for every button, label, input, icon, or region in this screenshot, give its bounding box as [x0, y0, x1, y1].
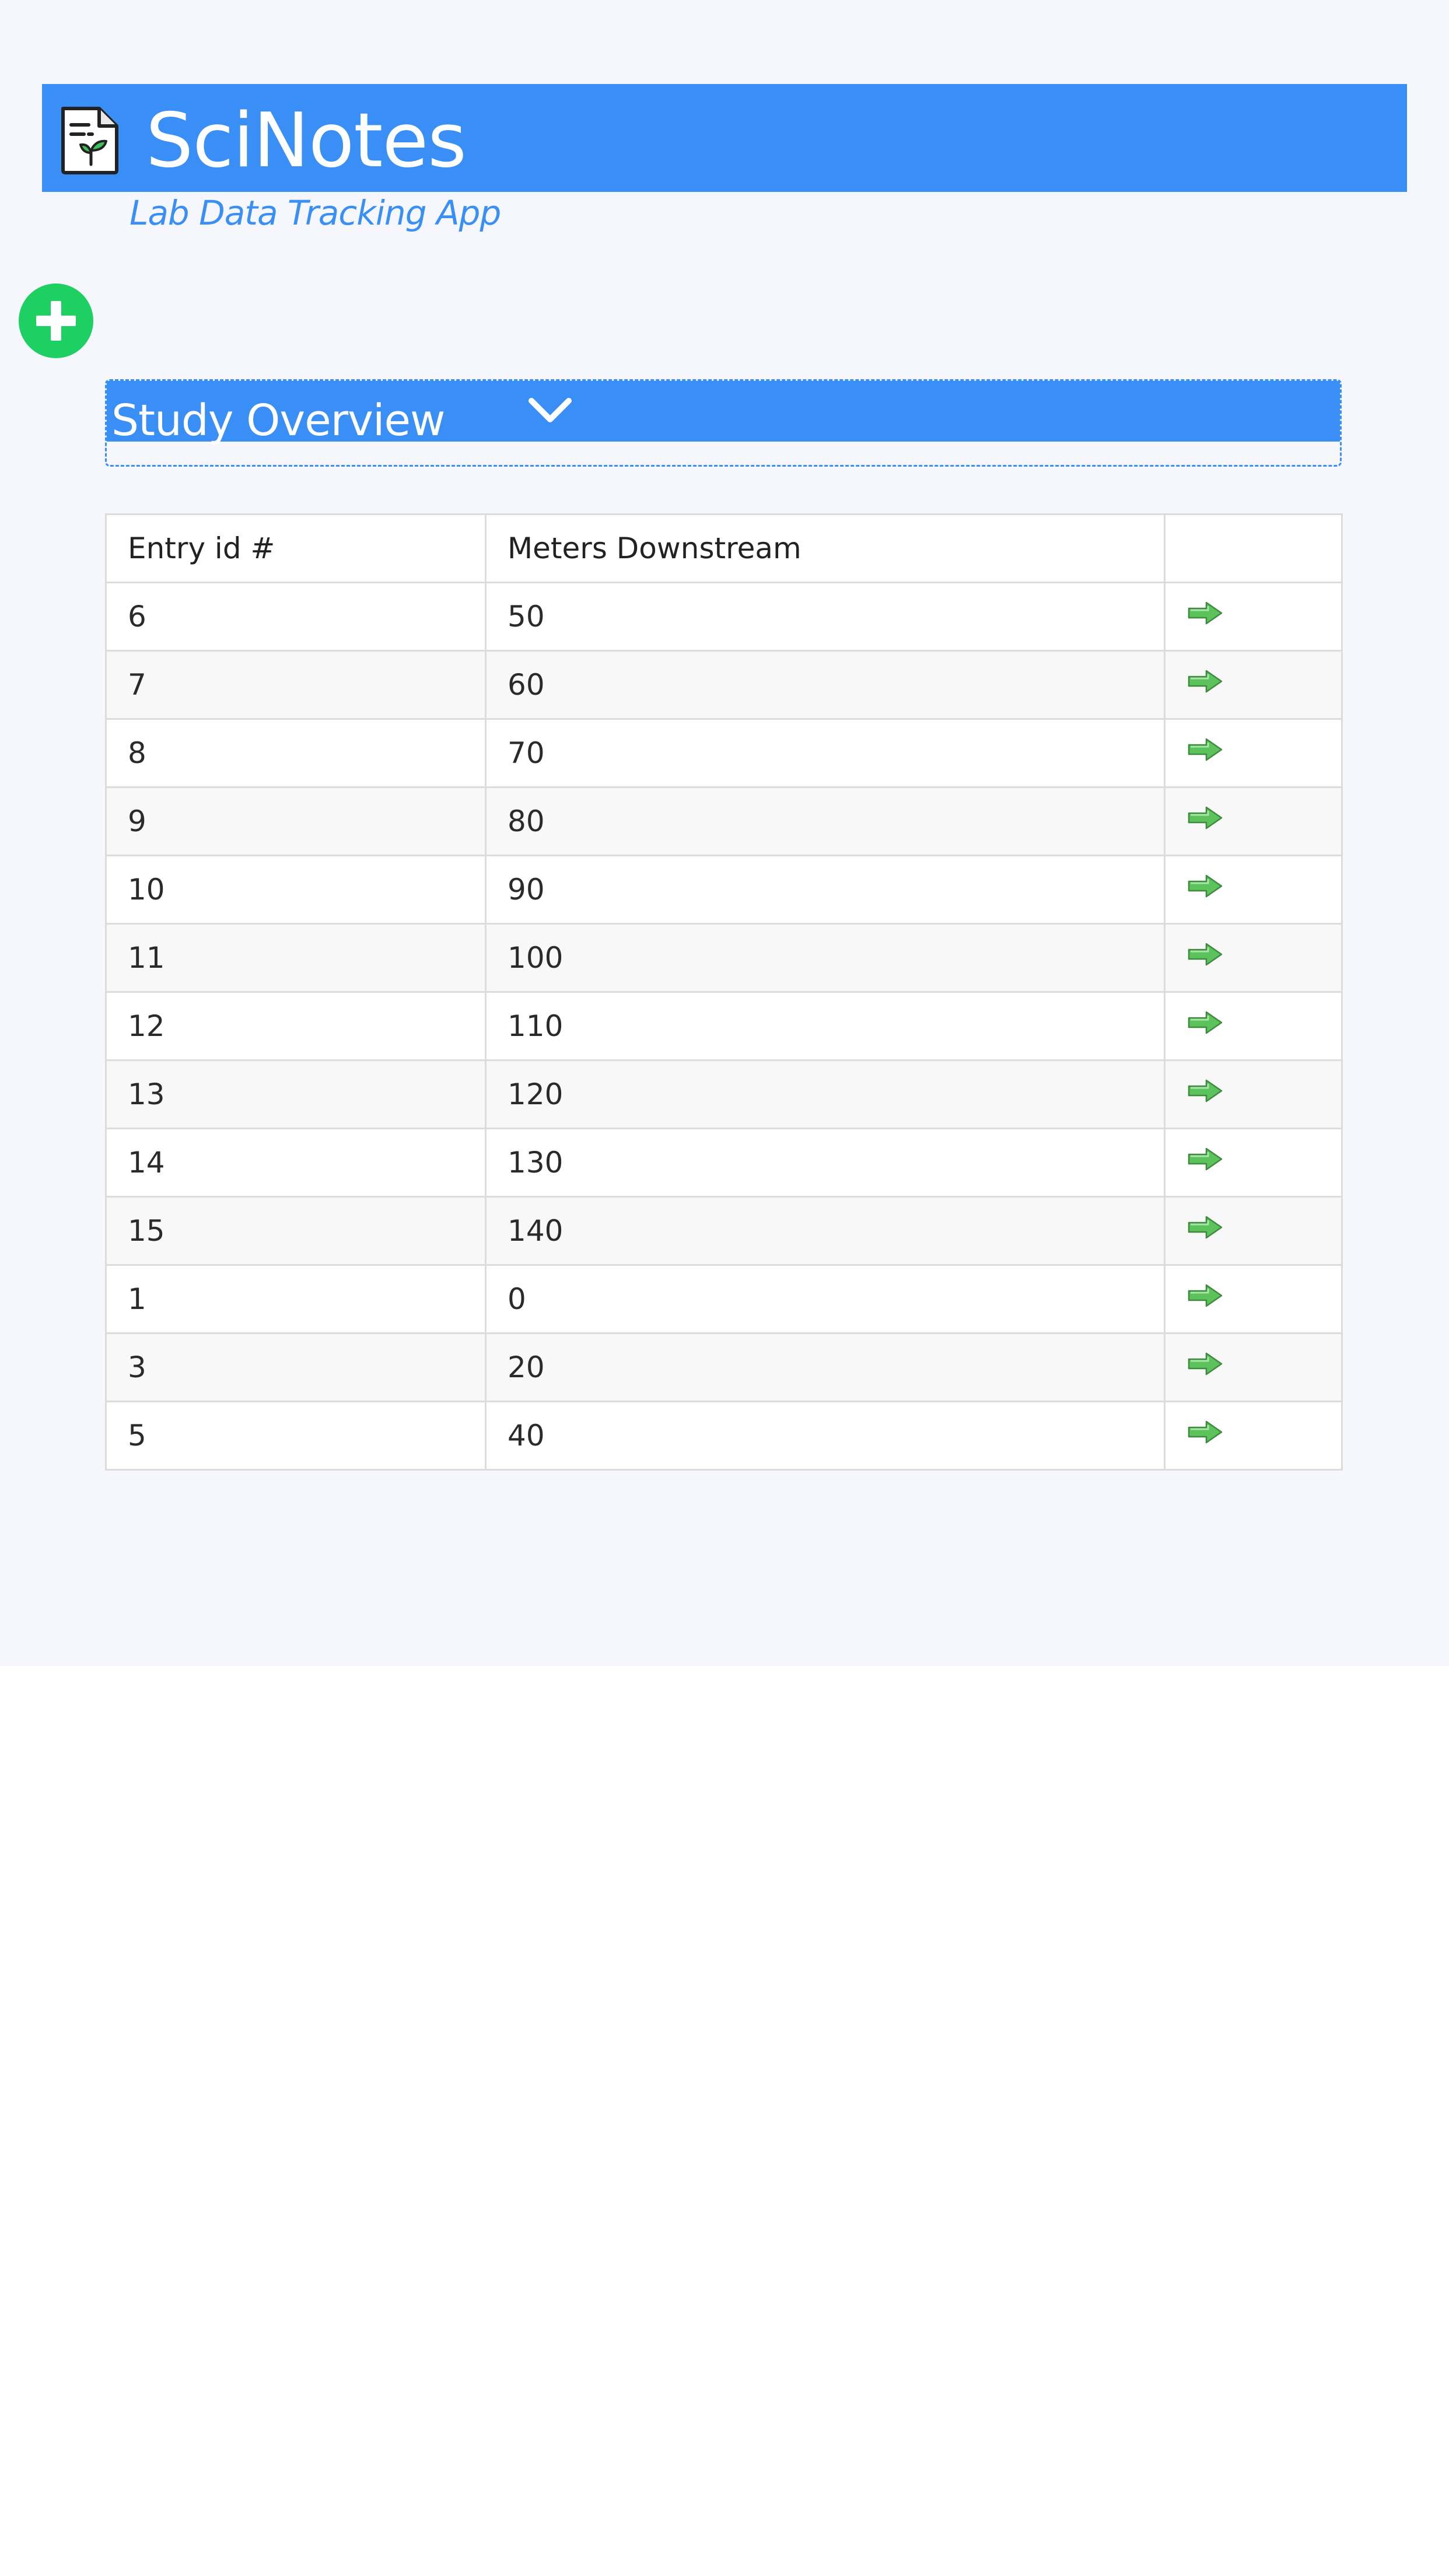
open-entry-button[interactable] [1164, 650, 1343, 720]
table-row: 8 70 [104, 718, 1343, 788]
cell-meters-downstream: 140 [485, 1196, 1166, 1266]
notebook-sprout-icon [58, 104, 123, 176]
app-header: SciNotes [42, 84, 1407, 192]
open-entry-button[interactable] [1164, 1332, 1343, 1402]
arrow-right-icon [1188, 601, 1223, 625]
open-entry-button[interactable] [1164, 923, 1343, 993]
cell-meters-downstream: 120 [485, 1059, 1166, 1129]
cell-entry-id: 15 [104, 1196, 487, 1266]
table-row: 15 140 [104, 1196, 1343, 1266]
table-row: 5 40 [104, 1401, 1343, 1471]
table-row: 7 60 [104, 650, 1343, 720]
table-row: 13 120 [104, 1059, 1343, 1129]
cell-entry-id: 7 [104, 650, 487, 720]
open-entry-button[interactable] [1164, 582, 1343, 652]
arrow-right-icon [1188, 806, 1223, 830]
arrow-right-icon [1188, 1011, 1223, 1034]
page-background: SciNotes Lab Data Tracking App Study Ove… [0, 0, 1449, 1666]
app-subtitle: Lab Data Tracking App [130, 193, 501, 233]
open-entry-button[interactable] [1164, 718, 1343, 788]
arrow-right-icon [1188, 1284, 1223, 1307]
open-entry-button[interactable] [1164, 1059, 1343, 1129]
cell-meters-downstream: 130 [485, 1128, 1166, 1198]
cell-entry-id: 14 [104, 1128, 487, 1198]
arrow-right-icon [1188, 670, 1223, 693]
table-row: 10 90 [104, 855, 1343, 925]
arrow-right-icon [1188, 1216, 1223, 1239]
cell-meters-downstream: 50 [485, 582, 1166, 652]
study-overview-toggle[interactable]: Study Overview [107, 381, 1340, 446]
table-row: 12 110 [104, 991, 1343, 1061]
cell-meters-downstream: 70 [485, 718, 1166, 788]
open-entry-button[interactable] [1164, 855, 1343, 925]
open-entry-button[interactable] [1164, 1196, 1343, 1266]
arrow-right-icon [1188, 1079, 1223, 1102]
arrow-right-icon [1188, 874, 1223, 898]
cell-meters-downstream: 0 [485, 1264, 1166, 1334]
cell-entry-id: 6 [104, 582, 487, 652]
cell-meters-downstream: 90 [485, 855, 1166, 925]
column-header-entry-id: Entry id # [104, 513, 487, 583]
cell-meters-downstream: 80 [485, 786, 1166, 856]
arrow-right-icon [1188, 943, 1223, 966]
add-entry-button[interactable] [19, 284, 93, 358]
arrow-right-icon [1188, 1420, 1223, 1444]
open-entry-button[interactable] [1164, 991, 1343, 1061]
cell-meters-downstream: 60 [485, 650, 1166, 720]
cell-entry-id: 11 [104, 923, 487, 993]
table-row: 10 [104, 1264, 1343, 1334]
entries-table: Entry id # Meters Downstream 6 50 7 60 8 70 9 8… [104, 513, 1343, 1471]
cell-entry-id: 1 [104, 1264, 487, 1334]
chevron-down-icon [527, 394, 573, 429]
table-row: 14 130 [104, 1128, 1343, 1198]
open-entry-button[interactable] [1164, 1264, 1343, 1334]
arrow-right-icon [1188, 1352, 1223, 1376]
table-row: 6 50 [104, 582, 1343, 652]
plus-icon [36, 301, 76, 341]
table-row: 9 80 [104, 786, 1343, 856]
cell-entry-id: 9 [104, 786, 487, 856]
open-entry-button[interactable] [1164, 786, 1343, 856]
study-overview-panel: Study Overview [105, 379, 1342, 467]
arrow-right-icon [1188, 738, 1223, 761]
arrow-right-icon [1188, 1147, 1223, 1171]
column-header-meters-downstream: Meters Downstream [485, 513, 1166, 583]
cell-entry-id: 10 [104, 855, 487, 925]
table-header-row: Entry id # Meters Downstream [104, 513, 1343, 583]
open-entry-button[interactable] [1164, 1401, 1343, 1471]
column-header-action [1164, 513, 1343, 583]
cell-meters-downstream: 40 [485, 1401, 1166, 1471]
cell-entry-id: 5 [104, 1401, 487, 1471]
cell-entry-id: 8 [104, 718, 487, 788]
study-overview-title: Study Overview [111, 396, 446, 446]
table-row: 3 20 [104, 1332, 1343, 1402]
open-entry-button[interactable] [1164, 1128, 1343, 1198]
cell-meters-downstream: 110 [485, 991, 1166, 1061]
table-row: 11 100 [104, 923, 1343, 993]
table-body: 6 50 7 60 8 70 9 80 10 90 11 100 12 110 13 120 14 130 15 14… [104, 582, 1343, 1471]
cell-meters-downstream: 20 [485, 1332, 1166, 1402]
cell-entry-id: 12 [104, 991, 487, 1061]
app-title: SciNotes [146, 97, 467, 184]
cell-meters-downstream: 100 [485, 923, 1166, 993]
cell-entry-id: 13 [104, 1059, 487, 1129]
cell-entry-id: 3 [104, 1332, 487, 1402]
